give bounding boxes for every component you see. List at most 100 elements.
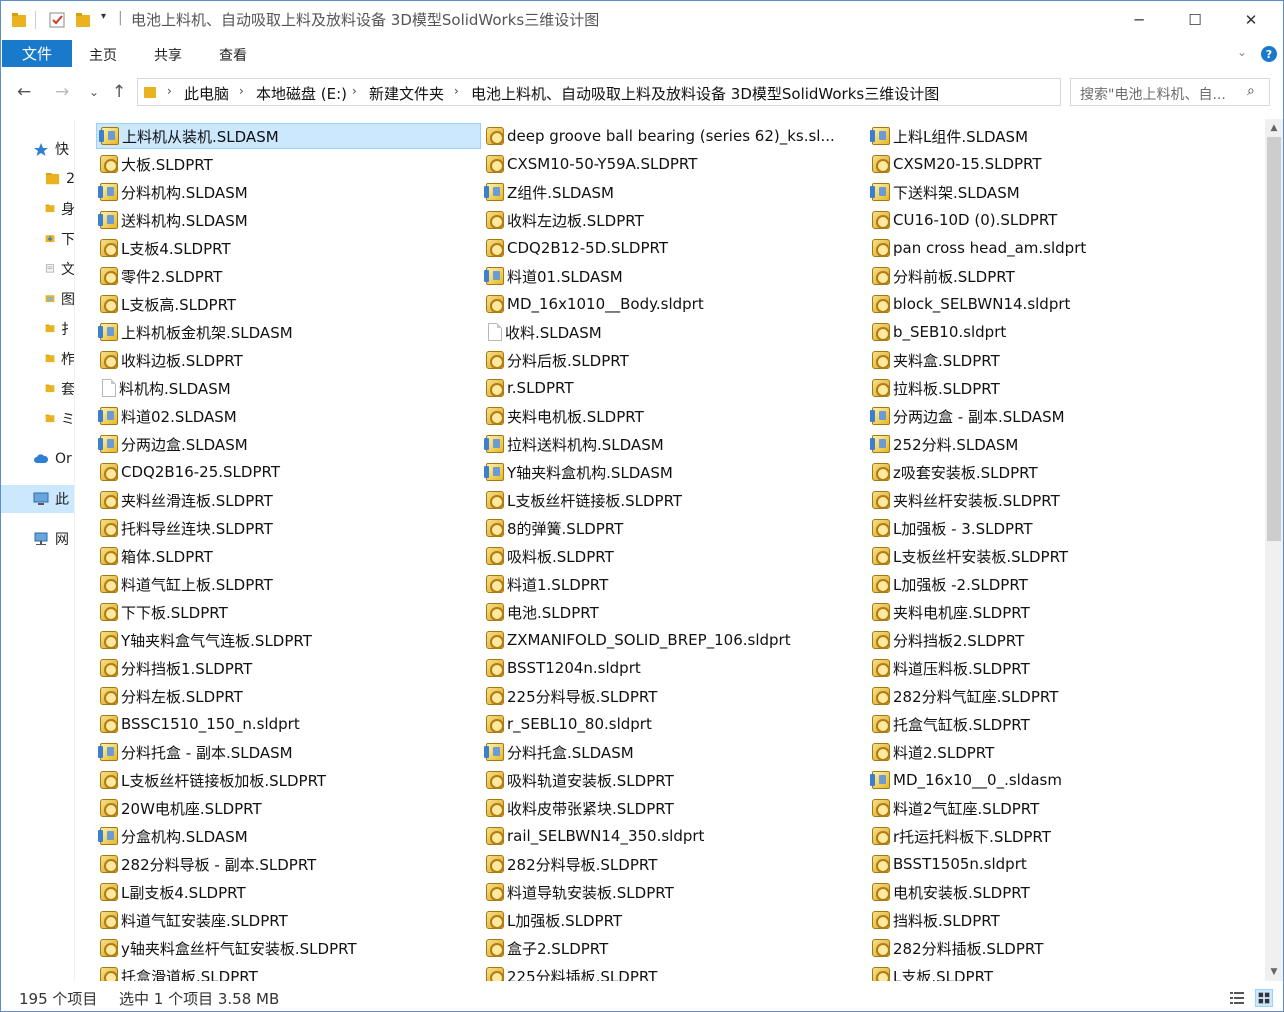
file-item[interactable]: b_SEB10.sldprt	[868, 319, 1248, 345]
help-icon[interactable]: ?	[1261, 46, 1277, 62]
file-item[interactable]: 夹料丝杆安装板.SLDPRT	[868, 487, 1248, 513]
file-item[interactable]: 上料L组件.SLDASM	[868, 123, 1248, 149]
file-item[interactable]: 收料皮带张紧块.SLDPRT	[482, 795, 864, 821]
file-item[interactable]: 料机构.SLDASM	[96, 375, 480, 401]
file-item[interactable]: 上料机板金机架.SLDASM	[96, 319, 480, 345]
file-item[interactable]: 分料机构.SLDASM	[96, 179, 480, 205]
file-item[interactable]: 料道气缸上板.SLDPRT	[96, 571, 480, 597]
tab-file[interactable]: 文件	[2, 40, 72, 67]
scroll-down-icon[interactable]: ▼	[1265, 963, 1283, 981]
nav-item[interactable]: 身	[1, 195, 74, 223]
breadcrumb-separator[interactable]: ›	[167, 84, 172, 98]
file-item[interactable]: 夹料盒.SLDPRT	[868, 347, 1248, 373]
breadcrumb-separator[interactable]: ›	[352, 84, 357, 98]
minimize-button[interactable]: ─	[1111, 1, 1167, 39]
file-item[interactable]: 料道2气缸座.SLDPRT	[868, 795, 1248, 821]
file-item[interactable]: 下下板.SLDPRT	[96, 599, 480, 625]
file-item[interactable]: L加强板 -2.SLDPRT	[868, 571, 1248, 597]
file-item[interactable]: 上料机从装机.SLDASM	[96, 123, 481, 149]
file-item[interactable]: Y轴夹料盒气气连板.SLDPRT	[96, 627, 480, 653]
quick-access-dropdown[interactable]: ▾	[101, 11, 117, 29]
details-view-icon[interactable]	[1229, 990, 1245, 1006]
tab-share[interactable]: 共享	[154, 45, 182, 65]
file-item[interactable]: Y轴夹料盒机构.SLDASM	[482, 459, 864, 485]
file-item[interactable]: 夹料电机板.SLDPRT	[482, 403, 864, 429]
scrollbar-thumb[interactable]	[1267, 137, 1281, 541]
file-item[interactable]: pan cross head_am.sldprt	[868, 235, 1248, 261]
file-item[interactable]: MD_16x1010__Body.sldprt	[482, 291, 864, 317]
large-icons-view-icon[interactable]	[1255, 989, 1273, 1007]
file-item[interactable]: Z组件.SLDASM	[482, 179, 864, 205]
tab-view[interactable]: 查看	[219, 45, 247, 65]
file-item[interactable]: 8的弹簧.SLDPRT	[482, 515, 864, 541]
file-item[interactable]: r.SLDPRT	[482, 375, 864, 401]
tab-home[interactable]: 主页	[89, 45, 117, 65]
file-item[interactable]: 送料机构.SLDASM	[96, 207, 480, 233]
address-bar[interactable]: › 此电脑 › 本地磁盘 (E:) › 新建文件夹 › 电池上料机、自动吸取上料…	[137, 78, 1192, 106]
file-item[interactable]: 282分料导板.SLDPRT	[482, 851, 864, 877]
file-item[interactable]: 零件2.SLDPRT	[96, 263, 480, 289]
file-item[interactable]: 料道气缸安装座.SLDPRT	[96, 907, 480, 933]
file-item[interactable]: 料道1.SLDPRT	[482, 571, 864, 597]
file-item[interactable]: L副支板4.SLDPRT	[96, 879, 480, 905]
file-item[interactable]: 分料前板.SLDPRT	[868, 263, 1248, 289]
vertical-scrollbar[interactable]: ▲ ▼	[1265, 119, 1283, 981]
breadcrumb-this-pc[interactable]: 此电脑	[184, 83, 229, 104]
file-item[interactable]: 225分料导板.SLDPRT	[482, 683, 864, 709]
file-item[interactable]: 拉料板.SLDPRT	[868, 375, 1248, 401]
nav-item[interactable]: 下	[1, 225, 74, 253]
file-item[interactable]: 拉料送料机构.SLDASM	[482, 431, 864, 457]
file-item[interactable]: BSST1505n.sldprt	[868, 851, 1248, 877]
file-item[interactable]: L支板高.SLDPRT	[96, 291, 480, 317]
breadcrumb-separator[interactable]: ›	[454, 84, 459, 98]
file-item[interactable]: CXSM20-15.SLDPRT	[868, 151, 1248, 177]
file-item[interactable]: 225分料插板.SLDPRT	[482, 963, 864, 981]
file-item[interactable]: L加强板 - 3.SLDPRT	[868, 515, 1248, 541]
file-item[interactable]: 电池.SLDPRT	[482, 599, 864, 625]
file-item[interactable]: L支板4.SLDPRT	[96, 235, 480, 261]
nav-item[interactable]: 套	[1, 375, 74, 403]
nav-item[interactable]: 2	[1, 165, 74, 193]
new-folder-icon[interactable]	[75, 11, 91, 29]
file-item[interactable]: 分料左板.SLDPRT	[96, 683, 480, 709]
file-item[interactable]: r托运托料板下.SLDPRT	[868, 823, 1248, 849]
file-item[interactable]: 吸料板.SLDPRT	[482, 543, 864, 569]
properties-icon[interactable]	[49, 11, 65, 29]
file-item[interactable]: 托料导丝连块.SLDPRT	[96, 515, 480, 541]
up-icon[interactable]: ↑	[112, 82, 126, 102]
file-item[interactable]: 分两边盒.SLDASM	[96, 431, 480, 457]
file-item[interactable]: deep groove ball bearing (series 62)_ks.…	[482, 123, 864, 149]
file-item[interactable]: 料道压料板.SLDPRT	[868, 655, 1248, 681]
file-item[interactable]: 分料挡板1.SLDPRT	[96, 655, 480, 681]
file-item[interactable]: CU16-10D (0).SLDPRT	[868, 207, 1248, 233]
file-item[interactable]: 料道02.SLDASM	[96, 403, 480, 429]
file-item[interactable]: 吸料轨道安装板.SLDPRT	[482, 767, 864, 793]
file-item[interactable]: 大板.SLDPRT	[96, 151, 480, 177]
nav-item[interactable]: 网	[1, 525, 74, 553]
file-item[interactable]: 分料托盒.SLDASM	[482, 739, 864, 765]
file-item[interactable]: r_SEBL10_80.sldprt	[482, 711, 864, 737]
search-input[interactable]: 搜索"电池上料机、自... ⌕	[1070, 78, 1270, 106]
file-item[interactable]: 分料挡板2.SLDPRT	[868, 627, 1248, 653]
file-item[interactable]: 挡料板.SLDPRT	[868, 907, 1248, 933]
file-item[interactable]: 盒子2.SLDPRT	[482, 935, 864, 961]
file-item[interactable]: L支板丝杆链接板加板.SLDPRT	[96, 767, 480, 793]
file-item[interactable]: L加强板.SLDPRT	[482, 907, 864, 933]
file-item[interactable]: CXSM10-50-Y59A.SLDPRT	[482, 151, 864, 177]
file-item[interactable]: L支板丝杆安装板.SLDPRT	[868, 543, 1248, 569]
file-item[interactable]: 夹料丝滑连板.SLDPRT	[96, 487, 480, 513]
file-item[interactable]: 料道2.SLDPRT	[868, 739, 1248, 765]
file-item[interactable]: L支板丝杆链接板.SLDPRT	[482, 487, 864, 513]
file-item[interactable]: 收料边板.SLDPRT	[96, 347, 480, 373]
file-item[interactable]: block_SELBWN14.sldprt	[868, 291, 1248, 317]
file-item[interactable]: 分两边盒 - 副本.SLDASM	[868, 403, 1248, 429]
expand-ribbon-icon[interactable]: ⌄	[1237, 45, 1247, 59]
nav-item[interactable]: 快	[1, 135, 74, 163]
file-item[interactable]: 282分料气缸座.SLDPRT	[868, 683, 1248, 709]
maximize-button[interactable]: ☐	[1167, 1, 1223, 39]
file-item[interactable]: y轴夹料盒丝杆气缸安装板.SLDPRT	[96, 935, 480, 961]
file-item[interactable]: CDQ2B16-25.SLDPRT	[96, 459, 480, 485]
breadcrumb-current-folder[interactable]: 电池上料机、自动吸取上料及放料设备 3D模型SolidWorks三维设计图	[471, 83, 939, 104]
file-item[interactable]: 夹料电机座.SLDPRT	[868, 599, 1248, 625]
nav-item[interactable]: 柞	[1, 345, 74, 373]
